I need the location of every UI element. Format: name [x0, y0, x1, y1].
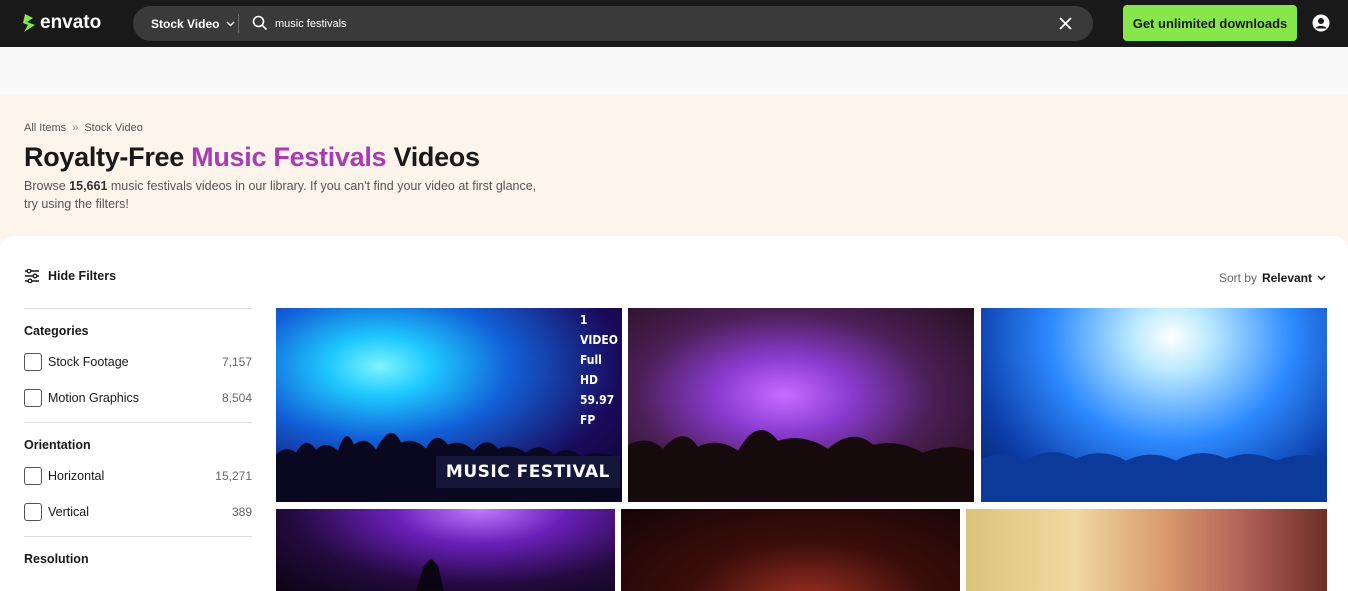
search-bar: Stock Video: [133, 6, 1093, 41]
page-title-prefix: Royalty-Free: [24, 142, 184, 172]
page-title-suffix: Videos: [393, 142, 480, 172]
filter-divider: [24, 308, 252, 309]
top-navigation-bar: envato Stock Video Get unlimited downloa…: [0, 0, 1348, 47]
video-thumbnail[interactable]: 1 VIDEO Full HD 59.97 FP MUSIC FESTIVAL: [276, 308, 622, 502]
breadcrumb: All Items » Stock Video: [24, 122, 143, 134]
video-thumbnail[interactable]: [276, 509, 615, 591]
checkbox[interactable]: [24, 353, 42, 371]
category-dropdown-label: Stock Video: [151, 16, 220, 31]
crowd-silhouette-image: [628, 429, 974, 502]
close-icon[interactable]: [1058, 16, 1073, 31]
filter-option-motion-graphics[interactable]: Motion Graphics 8,504: [24, 386, 252, 410]
video-thumbnail[interactable]: [966, 509, 1327, 591]
filter-option-vertical[interactable]: Vertical 389: [24, 500, 252, 524]
crowd-silhouette-image: [981, 451, 1327, 502]
filter-option-count: 389: [231, 505, 252, 519]
filter-option-label: Motion Graphics: [48, 391, 140, 405]
filter-option-horizontal[interactable]: Horizontal 15,271: [24, 464, 252, 488]
breadcrumb-separator: »: [72, 122, 79, 134]
filter-title-categories: Categories: [24, 324, 89, 338]
page-title: Royalty-Free Music Festivals Videos: [24, 142, 480, 173]
video-spec-line: Full HD: [580, 353, 602, 387]
spacer-band: [0, 47, 1348, 95]
video-spec-line: 59.97 FP: [580, 393, 615, 427]
filter-sliders-icon: [25, 269, 39, 283]
hero-section: All Items » Stock Video Royalty-Free Mus…: [0, 95, 1348, 245]
sort-dropdown[interactable]: Sort by Relevant: [1219, 271, 1326, 285]
filter-divider: [24, 422, 252, 423]
filter-option-label: Horizontal: [48, 469, 105, 483]
hide-filters-button[interactable]: Hide Filters: [24, 269, 116, 283]
filter-option-count: 8,504: [221, 391, 252, 405]
chevron-down-icon: [1317, 275, 1326, 281]
category-dropdown[interactable]: Stock Video: [151, 6, 235, 41]
sort-prefix: Sort by: [1218, 271, 1257, 285]
video-thumbnail[interactable]: [981, 308, 1327, 502]
envato-logo[interactable]: envato: [22, 10, 101, 36]
performer-silhouette-image: [416, 558, 444, 591]
filter-option-count: 7,157: [221, 355, 252, 369]
desc-before: Browse: [24, 179, 66, 193]
filter-option-label: Stock Footage: [48, 355, 129, 369]
user-account-icon[interactable]: [1312, 14, 1330, 32]
filter-option-count: 15,271: [215, 469, 252, 483]
search-input[interactable]: [275, 6, 1035, 41]
filter-title-resolution: Resolution: [24, 552, 89, 566]
video-spec-tag: 1 VIDEO Full HD 59.97 FP: [580, 310, 620, 430]
video-overlay-title: MUSIC FESTIVAL: [435, 456, 620, 488]
checkbox[interactable]: [24, 389, 42, 407]
page-title-accent: Music Festivals: [191, 142, 387, 172]
video-thumbnail[interactable]: [628, 308, 974, 502]
search-divider: [238, 14, 239, 33]
sort-value: Relevant: [1261, 271, 1312, 285]
chevron-down-icon: [226, 21, 235, 26]
envato-leaf-icon: [23, 14, 35, 32]
filter-title-orientation: Orientation: [24, 438, 91, 452]
filter-divider: [24, 536, 252, 537]
filter-option-label: Vertical: [48, 505, 89, 519]
hide-filters-label: Hide Filters: [48, 269, 117, 283]
filter-option-stock-footage[interactable]: Stock Footage 7,157: [24, 350, 252, 374]
search-icon: [252, 15, 268, 31]
video-thumbnail[interactable]: [621, 509, 960, 591]
breadcrumb-all-items[interactable]: All Items: [24, 122, 66, 134]
checkbox[interactable]: [24, 467, 42, 485]
desc-count: 15,661: [69, 179, 108, 193]
checkbox[interactable]: [24, 503, 42, 521]
logo-text: envato: [40, 12, 102, 33]
page-description: Browse 15,661 music festivals videos in …: [24, 177, 544, 213]
video-spec-line: 1 VIDEO: [580, 313, 618, 347]
filters-sidebar: Categories Stock Footage 7,157 Motion Gr…: [24, 308, 252, 578]
breadcrumb-stock-video[interactable]: Stock Video: [84, 122, 143, 134]
get-unlimited-downloads-button[interactable]: Get unlimited downloads: [1123, 5, 1297, 41]
